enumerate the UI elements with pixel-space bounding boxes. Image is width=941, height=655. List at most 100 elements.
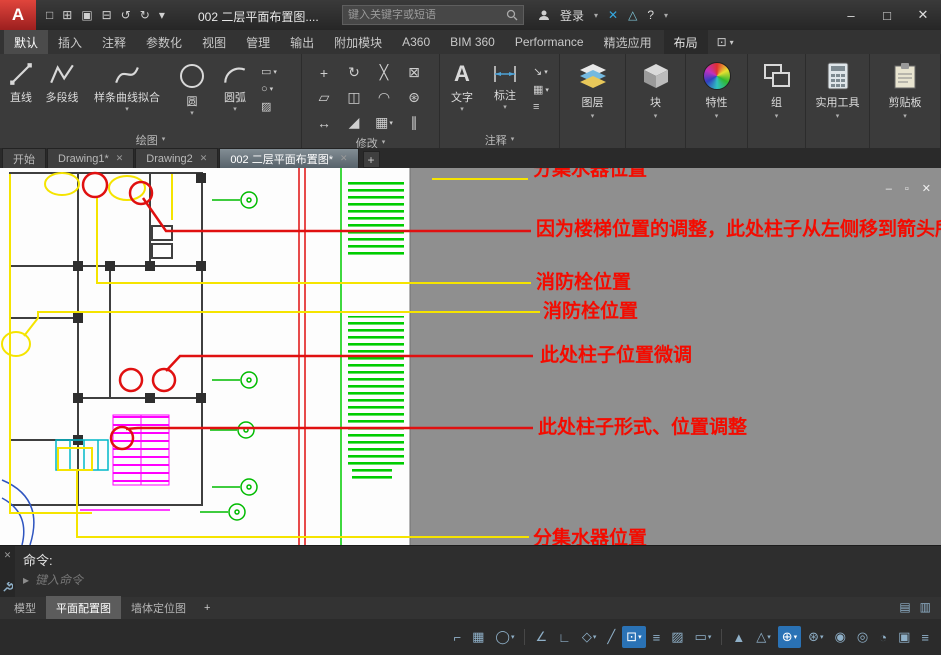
close-button[interactable]: ✕ <box>905 0 941 30</box>
fillet-icon[interactable]: ◠ <box>378 89 390 106</box>
ribbon-tab-parametric[interactable]: 参数化 <box>136 30 192 54</box>
layout-tab-walls[interactable]: 墙体定位图 <box>121 596 196 620</box>
redo-icon[interactable]: ↻ <box>140 8 150 22</box>
lineweight-icon[interactable]: ≡ <box>649 627 665 648</box>
ribbon-tab-layout[interactable]: 布局 <box>663 30 708 54</box>
ribbon-tab-annotate[interactable]: 注释 <box>92 30 136 54</box>
mirror-icon[interactable]: ◫ <box>347 89 360 106</box>
arc-button[interactable]: 圆弧 ▾ <box>214 56 256 113</box>
qat-dropdown-icon[interactable]: ▾ <box>159 8 165 22</box>
infer-icon[interactable]: ∠ <box>531 626 551 648</box>
group-button[interactable]: 组 ▾ <box>763 54 791 148</box>
scale-icon[interactable]: ◢ <box>349 114 360 131</box>
panel-label-draw[interactable]: 绘图 ▾ <box>0 132 301 148</box>
drawing-close-button[interactable]: ✕ <box>922 184 931 195</box>
command-input[interactable] <box>35 573 356 587</box>
offset-icon[interactable]: ∥ <box>411 114 418 131</box>
erase-icon[interactable]: ⊠ <box>408 64 420 81</box>
ribbon-tab-home[interactable]: 默认 <box>4 30 49 54</box>
new-drawing-tab-button[interactable]: + <box>362 151 380 168</box>
circle-button[interactable]: 圆 ▾ <box>170 56 214 117</box>
grid-icon[interactable]: ▦ <box>468 626 488 648</box>
quick-view-layouts-icon[interactable]: ▤ <box>899 600 910 614</box>
move-icon[interactable]: + <box>320 65 328 81</box>
autoscale-icon[interactable]: △ ▾ <box>752 626 775 648</box>
open-icon[interactable]: ⊞ <box>62 8 72 22</box>
drawing-minimize-button[interactable]: – <box>886 184 892 195</box>
isolate-objects-icon[interactable]: ◎ <box>853 626 872 648</box>
help-dropdown-icon[interactable]: ▾ <box>664 11 668 20</box>
clean-screen-icon[interactable]: ▣ <box>894 626 914 648</box>
new-layout-button[interactable]: + <box>196 600 218 616</box>
polar-tracking-icon[interactable]: ◇ ▾ <box>578 626 601 648</box>
properties-button[interactable]: 特性 ▾ <box>702 54 731 148</box>
text-style-icon[interactable]: ≡ <box>533 101 549 113</box>
new-file-icon[interactable]: □ <box>46 8 53 22</box>
clipboard-button[interactable]: 剪贴板 ▾ <box>889 54 922 148</box>
array-icon[interactable]: ▦ ▾ <box>375 114 393 131</box>
file-tab-start[interactable]: 开始 <box>2 148 46 168</box>
file-tab-close-icon[interactable]: ✕ <box>200 153 208 164</box>
workspace-switching-icon[interactable]: ⊛ ▾ <box>804 626 827 648</box>
ribbon-tab-addins[interactable]: 附加模块 <box>324 30 392 54</box>
file-tab-close-icon[interactable]: ✕ <box>116 153 124 164</box>
file-tab-close-icon[interactable]: ✕ <box>340 153 348 164</box>
wrench-icon[interactable] <box>2 582 13 593</box>
minimize-button[interactable]: – <box>833 0 869 30</box>
drawing-restore-button[interactable]: ▫ <box>905 184 909 195</box>
layout-tab-model[interactable]: 模型 <box>4 596 46 620</box>
ortho-icon[interactable]: ∟ <box>554 627 575 648</box>
table-icon[interactable]: ▦ ▾ <box>533 83 549 96</box>
rotate-icon[interactable]: ↻ <box>348 64 360 81</box>
undo-icon[interactable]: ↺ <box>121 8 131 22</box>
user-icon[interactable] <box>538 9 550 21</box>
text-button[interactable]: A 文字 ▾ <box>442 56 482 113</box>
line-button[interactable]: 直线 <box>2 56 40 105</box>
hatch-icon[interactable]: ▨ <box>261 100 277 113</box>
trim-icon[interactable]: ╳ <box>380 64 388 81</box>
customization-icon[interactable]: ≡ <box>917 627 933 648</box>
drawing-canvas[interactable]: 分集水器位置 因为楼梯位置的调整，此处柱子从左侧移到箭头所 消防栓位置 消防栓位… <box>0 168 941 545</box>
signin-dropdown-icon[interactable]: ▾ <box>594 11 598 20</box>
maximize-button[interactable]: □ <box>869 0 905 30</box>
file-tab-drawing2[interactable]: Drawing2 ✕ <box>135 148 219 168</box>
ribbon-tab-insert[interactable]: 插入 <box>48 30 92 54</box>
block-button[interactable]: 块 ▾ <box>642 54 670 148</box>
hardware-acceleration-icon[interactable]: ◔ <box>875 627 891 648</box>
utilities-button[interactable]: 实用工具 ▾ <box>816 54 860 148</box>
signin-button[interactable]: 登录 <box>560 7 584 24</box>
panel-label-annotate[interactable]: 注释 ▾ <box>440 132 559 148</box>
stretch-icon[interactable]: ↔ <box>317 115 331 131</box>
search-input[interactable] <box>348 9 502 21</box>
plot-icon[interactable]: ⊟ <box>102 8 112 22</box>
annotation-monitor-icon[interactable]: ◉ <box>831 626 850 648</box>
spline-fit-button[interactable]: 样条曲线拟合 ▾ <box>84 56 170 113</box>
layers-button[interactable]: 图层 ▾ <box>578 54 608 148</box>
notification-icon[interactable]: △ <box>628 8 637 22</box>
dimension-button[interactable]: 标注 ▾ <box>482 56 528 111</box>
save-icon[interactable]: ▣ <box>81 8 92 22</box>
ribbon-tab-a360[interactable]: A360 <box>392 30 440 54</box>
polyline-button[interactable]: 多段线 <box>40 56 84 105</box>
ribbon-tab-manage[interactable]: 管理 <box>236 30 280 54</box>
layout-tab-plan[interactable]: 平面配置图 <box>46 596 121 620</box>
ribbon-tab-output[interactable]: 输出 <box>280 30 324 54</box>
help-icon[interactable]: ? <box>647 8 654 22</box>
search-icon[interactable] <box>506 9 518 21</box>
ribbon-tab-bim360[interactable]: BIM 360 <box>440 30 505 54</box>
ribbon-tab-view[interactable]: 视图 <box>192 30 236 54</box>
app-menu-button[interactable]: A <box>0 0 36 30</box>
drafting-coords-icon[interactable]: ⌐ <box>450 627 466 648</box>
command-close-icon[interactable]: ✕ <box>4 550 12 561</box>
ribbon-tab-featured-apps[interactable]: 精选应用 <box>594 30 662 54</box>
selection-cycling-icon[interactable]: ▭ ▾ <box>691 626 716 648</box>
ribbon-tab-performance[interactable]: Performance <box>505 30 594 54</box>
snap-icon[interactable]: ◯ ▾ <box>491 626 518 648</box>
copy-icon[interactable]: ▱ <box>319 89 330 106</box>
explode-icon[interactable]: ⊛ <box>408 89 420 106</box>
multileader-icon[interactable]: ↘ ▾ <box>533 65 549 78</box>
transparency-icon[interactable]: ▨ <box>667 626 687 648</box>
annotation-visibility-icon[interactable]: ▲ <box>728 627 749 648</box>
object-snap-icon[interactable]: ⊡ ▾ <box>622 626 646 648</box>
quick-view-drawings-icon[interactable]: ▥ <box>920 600 931 614</box>
